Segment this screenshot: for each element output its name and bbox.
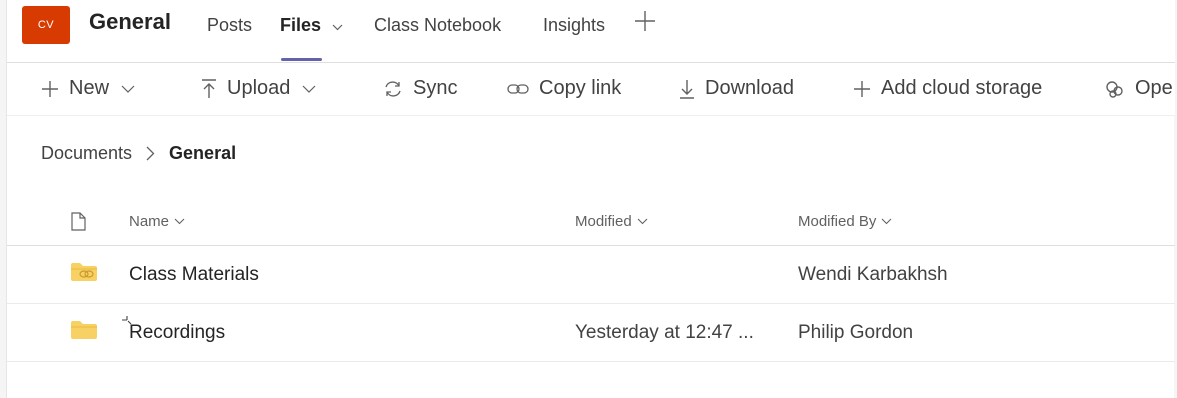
tab-label: Posts [207, 15, 253, 35]
file-modified-by: Philip Gordon [798, 322, 914, 343]
table-row[interactable]: Recordings Yesterday at 12:47 ... Philip… [7, 304, 1175, 362]
column-modified-label: Modified [575, 213, 632, 230]
breadcrumb: Documents General [41, 143, 236, 164]
file-name[interactable]: Class Materials [129, 264, 259, 286]
copy-link-button[interactable]: Copy link [507, 77, 621, 100]
channel-header: CV General Posts Files Class Notebook In… [7, 0, 1175, 62]
files-toolbar: New Upload Sync Copy link Download Add c… [7, 63, 1175, 115]
chevron-down-icon [302, 85, 316, 93]
file-list-header: Name Modified Modified By [7, 200, 1175, 246]
chevron-down-icon [637, 218, 648, 225]
chevron-down-icon[interactable] [332, 22, 343, 34]
column-header-modified[interactable]: Modified [575, 213, 648, 230]
chevron-down-icon [174, 218, 185, 225]
teams-files-view: CV General Posts Files Class Notebook In… [6, 0, 1175, 398]
file-name[interactable]: Recordings [129, 322, 225, 344]
table-row[interactable]: Class Materials Wendi Karbakhsh [7, 246, 1175, 304]
breadcrumb-documents[interactable]: Documents [41, 143, 132, 164]
column-name-label: Name [129, 213, 170, 230]
upload-label: Upload [227, 77, 291, 99]
tab-label: Class Notebook [374, 15, 502, 35]
copy-link-label: Copy link [539, 77, 622, 99]
sync-button[interactable]: Sync [383, 77, 457, 100]
file-modified-by: Wendi Karbakhsh [798, 264, 948, 285]
column-header-modified-by[interactable]: Modified By [798, 213, 892, 230]
tab-label: Files [280, 15, 322, 35]
plus-icon [853, 80, 871, 98]
plus-icon[interactable] [634, 9, 656, 37]
new-label: New [69, 77, 110, 99]
download-icon [679, 79, 695, 99]
file-type-icon[interactable] [71, 212, 86, 236]
column-modified-by-label: Modified By [798, 213, 877, 230]
sync-label: Sync [413, 77, 458, 99]
download-label: Download [705, 77, 794, 99]
sharepoint-icon [1105, 80, 1125, 98]
tab-insights[interactable]: Insights [543, 15, 605, 36]
link-icon [507, 83, 529, 95]
tab-posts[interactable]: Posts [207, 15, 252, 36]
tab-class-notebook[interactable]: Class Notebook [374, 15, 501, 36]
upload-icon [201, 78, 217, 99]
channel-title: General [89, 9, 171, 34]
plus-icon [41, 80, 59, 98]
active-tab-indicator [281, 58, 322, 61]
chevron-down-icon [881, 218, 892, 225]
team-avatar[interactable]: CV [22, 6, 70, 44]
file-modified: Yesterday at 12:47 ... [575, 322, 754, 343]
team-initials: CV [37, 19, 55, 31]
shared-folder-icon [70, 262, 98, 287]
chevron-down-icon [121, 85, 135, 93]
open-in-sharepoint-button[interactable]: Ope [1105, 77, 1173, 100]
add-cloud-storage-label: Add cloud storage [881, 77, 1043, 99]
toolbar-divider [7, 115, 1175, 116]
tab-files[interactable]: Files [280, 15, 343, 36]
new-button[interactable]: New [41, 77, 135, 100]
folder-icon [70, 320, 98, 345]
sync-icon [383, 80, 403, 98]
column-header-name[interactable]: Name [129, 213, 185, 230]
download-button[interactable]: Download [679, 77, 794, 100]
chevron-right-icon [146, 146, 155, 161]
breadcrumb-current: General [169, 143, 237, 163]
upload-button[interactable]: Upload [201, 77, 316, 100]
tab-label: Insights [543, 15, 606, 35]
add-cloud-storage-button[interactable]: Add cloud storage [853, 77, 1042, 100]
open-label: Ope [1135, 77, 1173, 99]
